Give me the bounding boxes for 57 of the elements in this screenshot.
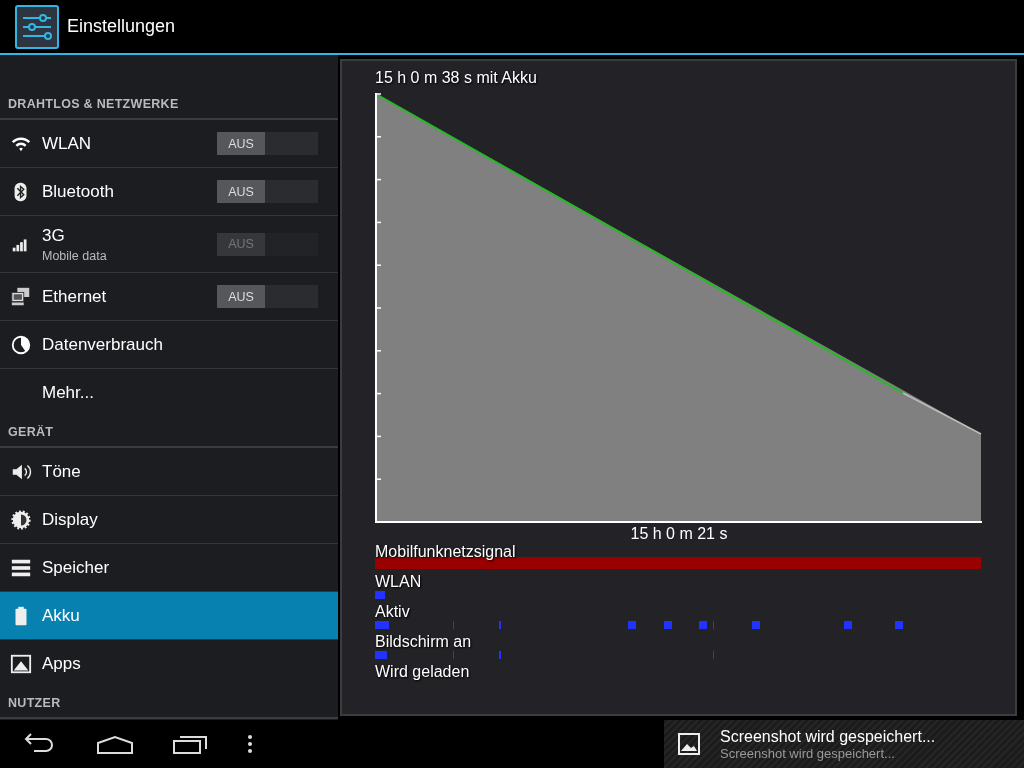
settings-item[interactable]: Bluetooth AUS [0, 168, 338, 216]
activity-mark [499, 621, 501, 629]
battery-time-title: 15 h 0 m 38 s mit Akku [375, 69, 538, 87]
settings-icon [15, 4, 59, 49]
track-label: Bildschirm an [375, 633, 472, 651]
item-subtitle: Mobile data [42, 248, 108, 263]
item-label: Bluetooth [42, 181, 115, 202]
item-label: WLAN [42, 133, 93, 154]
item-label: Akku [42, 605, 81, 626]
settings-item[interactable]: Mehr... [0, 369, 338, 417]
track-label: Wird geladen [375, 663, 470, 681]
item-label: Apps [42, 654, 82, 674]
activity-mark [453, 651, 454, 659]
computers-icon [10, 285, 32, 308]
item-label: Mehr... [42, 383, 95, 403]
settings-item[interactable]: WLAN AUS [0, 120, 338, 168]
activity-mark [713, 651, 714, 659]
activity-mark [453, 621, 454, 629]
item-label: Ethernet [42, 286, 108, 307]
toggle-switch[interactable]: AUS [217, 180, 318, 203]
settings-item[interactable]: Display [0, 496, 338, 544]
settings-item[interactable]: Datenverbrauch [0, 321, 338, 369]
item-label: Display [42, 509, 99, 530]
item-label: Töne [42, 461, 82, 482]
track-label: WLAN [375, 573, 422, 591]
toggle-switch[interactable]: AUS [217, 285, 318, 308]
track-label: Mobilfunknetzsignal [375, 543, 516, 561]
activity-mark [375, 621, 389, 629]
activity-mark [664, 621, 672, 629]
item-label: Datenverbrauch [42, 334, 164, 355]
brightness-icon [10, 508, 32, 531]
activity-mark [752, 621, 760, 629]
notification[interactable]: Screenshot wird gespeichert... Screenshot wird gespeichert... [664, 720, 1024, 768]
graph-duration: 15 h 0 m 21 s [630, 525, 728, 543]
activity-mark [499, 651, 501, 659]
settings-item[interactable]: Ethernet AUS [0, 273, 338, 321]
section-header: NUTZER [0, 688, 338, 719]
notification-title: Screenshot wird gespeichert... [720, 727, 936, 746]
activity-mark [375, 591, 385, 599]
settings-item[interactable]: Töne [0, 448, 338, 496]
settings-item[interactable]: Apps [0, 640, 338, 688]
activity-mark [375, 651, 387, 659]
pie-chart-icon [10, 333, 32, 356]
activity-mark [844, 621, 852, 629]
app-title: Einstellungen [67, 16, 176, 37]
section-header: DRAHTLOS & NETZWERKE [0, 89, 338, 120]
apps-icon [10, 653, 32, 675]
section-header: GERÄT [0, 417, 338, 448]
track-label: Aktiv [375, 603, 410, 621]
item-label: 3G [42, 225, 66, 246]
image-icon [678, 733, 700, 755]
item-label: Speicher [42, 557, 111, 578]
activity-mark [895, 621, 903, 629]
notification-text: Screenshot wird gespeichert... [720, 745, 896, 761]
toggle-switch[interactable]: AUS [217, 132, 318, 155]
activity-mark [628, 621, 636, 629]
settings-item[interactable]: Akku [0, 592, 338, 640]
